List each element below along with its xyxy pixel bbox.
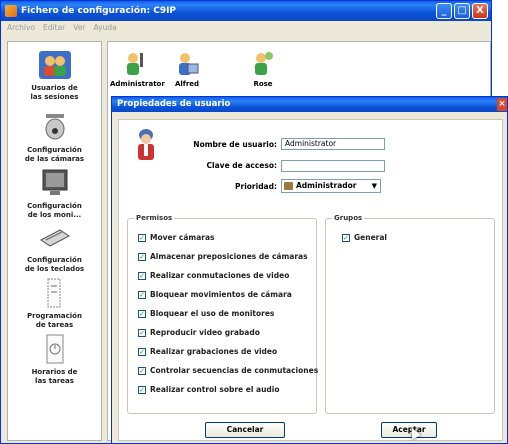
checkbox-icon: ✓ (138, 329, 146, 337)
priority-select[interactable]: Administrador ▼ (281, 179, 381, 193)
permission-checkbox[interactable]: ✓ Mover cámaras (138, 233, 215, 243)
permission-label: Controlar secuencias de conmutaciones (150, 366, 319, 375)
checkbox-icon: ✓ (138, 234, 146, 242)
password-input[interactable] (281, 160, 385, 172)
window-title: Fichero de configuración: C9IP (21, 6, 177, 16)
user-item[interactable]: Administrator (110, 50, 165, 88)
schedule-icon (38, 334, 72, 364)
permission-checkbox[interactable]: ✓ Bloquear movimientos de cámara (138, 290, 292, 300)
sidebar-item-label: Configuración de los teclados (24, 256, 85, 273)
user-item[interactable]: Alfred (162, 50, 212, 88)
password-label: Clave de acceso: (206, 161, 277, 170)
permission-checkbox[interactable]: ✓ Reproducir video grabado (138, 328, 260, 338)
permission-checkbox[interactable]: ✓ Realizar conmutaciones de video (138, 271, 289, 281)
sidebar-item-label: Programación de tareas (27, 312, 82, 329)
permissions-legend: Permisos (134, 214, 175, 222)
permission-checkbox[interactable]: ✓ Realizar control sobre el audio (138, 385, 280, 395)
sidebar-item-tasks[interactable]: Programación de tareas (8, 278, 101, 329)
permissions-group: Permisos ✓ Mover cámaras ✓ Almacenar prepo… (127, 214, 318, 414)
username-label: Nombre de usuario: (193, 140, 277, 149)
permission-checkbox[interactable]: ✓ Bloquear el uso de monitores (138, 309, 274, 319)
permission-label: Realizar grabaciones de video (150, 347, 278, 356)
permission-label: Almacenar preposiciones de cámaras (150, 252, 308, 261)
priority-label: Prioridad: (235, 182, 277, 191)
sidebar-item-label: Configuración de las cámaras (24, 146, 85, 163)
sidebar-item-label: Horarios de las tareas (31, 368, 78, 385)
permission-label: Bloquear el uso de monitores (150, 309, 275, 318)
maximize-button[interactable]: □ (454, 3, 470, 19)
dialog-titlebar[interactable]: Propiedades de usuario × (112, 97, 507, 112)
cancel-button[interactable]: Cancelar (205, 422, 285, 438)
permission-label: Mover cámaras (150, 233, 215, 242)
close-button[interactable]: X (472, 3, 488, 19)
user-label: Alfred (174, 80, 200, 88)
group-label: General (354, 233, 387, 242)
user-properties-dialog: Propiedades de usuario × Nombre de usuar… (111, 96, 508, 444)
sidebar-item-monitors[interactable]: Configuración de los moni... (8, 168, 101, 219)
checkbox-icon: ✓ (138, 272, 146, 280)
checkbox-icon: ✓ (138, 348, 146, 356)
checkbox-icon: ✓ (138, 310, 146, 318)
checkbox-icon: ✓ (138, 386, 146, 394)
permission-label: Reproducir video grabado (150, 328, 260, 337)
group-checkbox[interactable]: ✓ General (342, 233, 387, 243)
dialog-title: Propiedades de usuario (117, 99, 231, 109)
menu-ayuda[interactable]: Ayuda (94, 21, 117, 35)
checkbox-icon: ✓ (138, 253, 146, 261)
dialog-close-button[interactable]: × (497, 98, 507, 111)
checkbox-icon: ✓ (138, 291, 146, 299)
camera-icon (38, 112, 72, 142)
permission-label: Realizar control sobre el audio (150, 385, 280, 394)
user-avatar-icon (135, 128, 157, 162)
checkbox-icon: ✓ (342, 234, 350, 242)
sidebar: Usuarios de las sesiones Configuración d… (7, 41, 102, 441)
chevron-down-icon: ▼ (371, 182, 377, 190)
menu-editar[interactable]: Editar (43, 21, 65, 35)
permission-checkbox[interactable]: ✓ Controlar secuencias de conmutaciones (138, 366, 318, 376)
task-icon (38, 278, 72, 308)
groups-legend: Grupos (332, 214, 365, 222)
sidebar-item-keyboards[interactable]: Configuración de los teclados (8, 222, 101, 273)
user-rose-icon (250, 50, 276, 76)
user-item[interactable]: Rose (238, 50, 288, 88)
permission-checkbox[interactable]: ✓ Realizar grabaciones de video (138, 347, 277, 357)
keyboard-icon (38, 222, 72, 252)
menu-archivo[interactable]: Archivo (7, 21, 35, 35)
sidebar-item-label: Usuarios de las sesiones (30, 84, 79, 101)
user-label: Administrator (110, 80, 165, 88)
window-titlebar[interactable]: Fichero de configuración: C9IP _ □ X (1, 1, 491, 21)
checkbox-icon: ✓ (138, 367, 146, 375)
priority-value: Administrador (296, 181, 357, 190)
permission-checkbox[interactable]: ✓ Almacenar preposiciones de cámaras (138, 252, 308, 262)
user-label: Rose (253, 80, 273, 88)
sidebar-item-users[interactable]: Usuarios de las sesiones (8, 50, 101, 101)
permission-label: Realizar conmutaciones de video (150, 271, 290, 280)
menu-ver[interactable]: Ver (73, 21, 85, 35)
username-input[interactable]: Administrator (281, 138, 385, 150)
menubar: Archivo Editar Ver Ayuda (1, 21, 491, 35)
priority-icon (284, 182, 293, 190)
sidebar-item-label: Configuración de los moni... (27, 202, 82, 219)
monitor-icon (38, 168, 72, 198)
sidebar-item-schedules[interactable]: Horarios de las tareas (8, 334, 101, 385)
users-icon (38, 50, 72, 80)
permission-label: Bloquear movimientos de cámara (150, 290, 292, 299)
user-admin-icon (122, 50, 148, 76)
sidebar-item-cameras[interactable]: Configuración de las cámaras (8, 112, 101, 163)
groups-group: Grupos ✓ General (325, 214, 495, 414)
dialog-body: Nombre de usuario: Administrator Clave d… (118, 119, 503, 441)
user-alfred-icon (174, 50, 200, 76)
minimize-button[interactable]: _ (436, 3, 452, 19)
app-icon (5, 5, 17, 17)
